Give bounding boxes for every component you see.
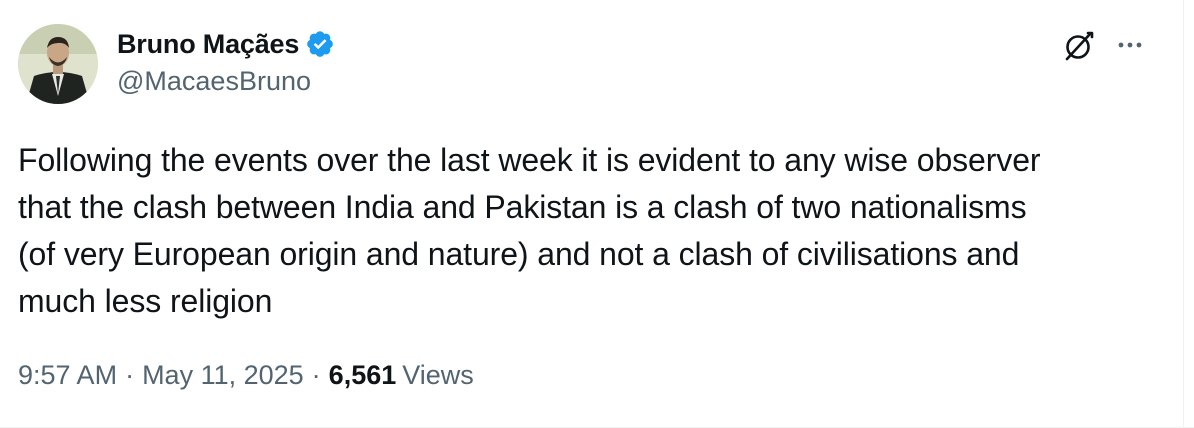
verified-badge-icon bbox=[305, 29, 335, 59]
meta-separator: · bbox=[125, 360, 135, 390]
meta-separator: · bbox=[311, 360, 321, 390]
tweet-text-line: much less religion bbox=[18, 283, 273, 319]
author-block[interactable]: Bruno Maçães @MacaesBruno bbox=[117, 24, 335, 97]
tweet-date[interactable]: May 11, 2025 bbox=[142, 360, 304, 391]
tweet-text: Following the events over the last week … bbox=[18, 137, 1168, 325]
tweet-text-line: Following the events over the last week … bbox=[18, 142, 1041, 178]
name-row: Bruno Maçães bbox=[117, 24, 335, 64]
divider bbox=[1183, 0, 1184, 428]
handle[interactable]: @MacaesBruno bbox=[117, 66, 335, 97]
avatar-photo bbox=[18, 24, 98, 104]
display-name[interactable]: Bruno Maçães bbox=[117, 29, 299, 60]
tweet-text-line: (of very European origin and nature) and… bbox=[18, 236, 1020, 272]
more-options-icon[interactable] bbox=[1112, 30, 1148, 60]
views-label: Views bbox=[402, 360, 474, 390]
grok-icon[interactable] bbox=[1061, 28, 1097, 64]
tweet-card[interactable]: Bruno Maçães @MacaesBruno Following the … bbox=[0, 0, 1194, 428]
views-count[interactable]: 6,561 bbox=[329, 360, 397, 391]
avatar[interactable] bbox=[18, 24, 98, 104]
tweet-time[interactable]: 9:57 AM bbox=[18, 360, 117, 391]
tweet-text-line: that the clash between India and Pakista… bbox=[18, 189, 1027, 225]
tweet-meta: 9:57 AM · May 11, 2025 · 6,561 Views bbox=[18, 360, 474, 391]
